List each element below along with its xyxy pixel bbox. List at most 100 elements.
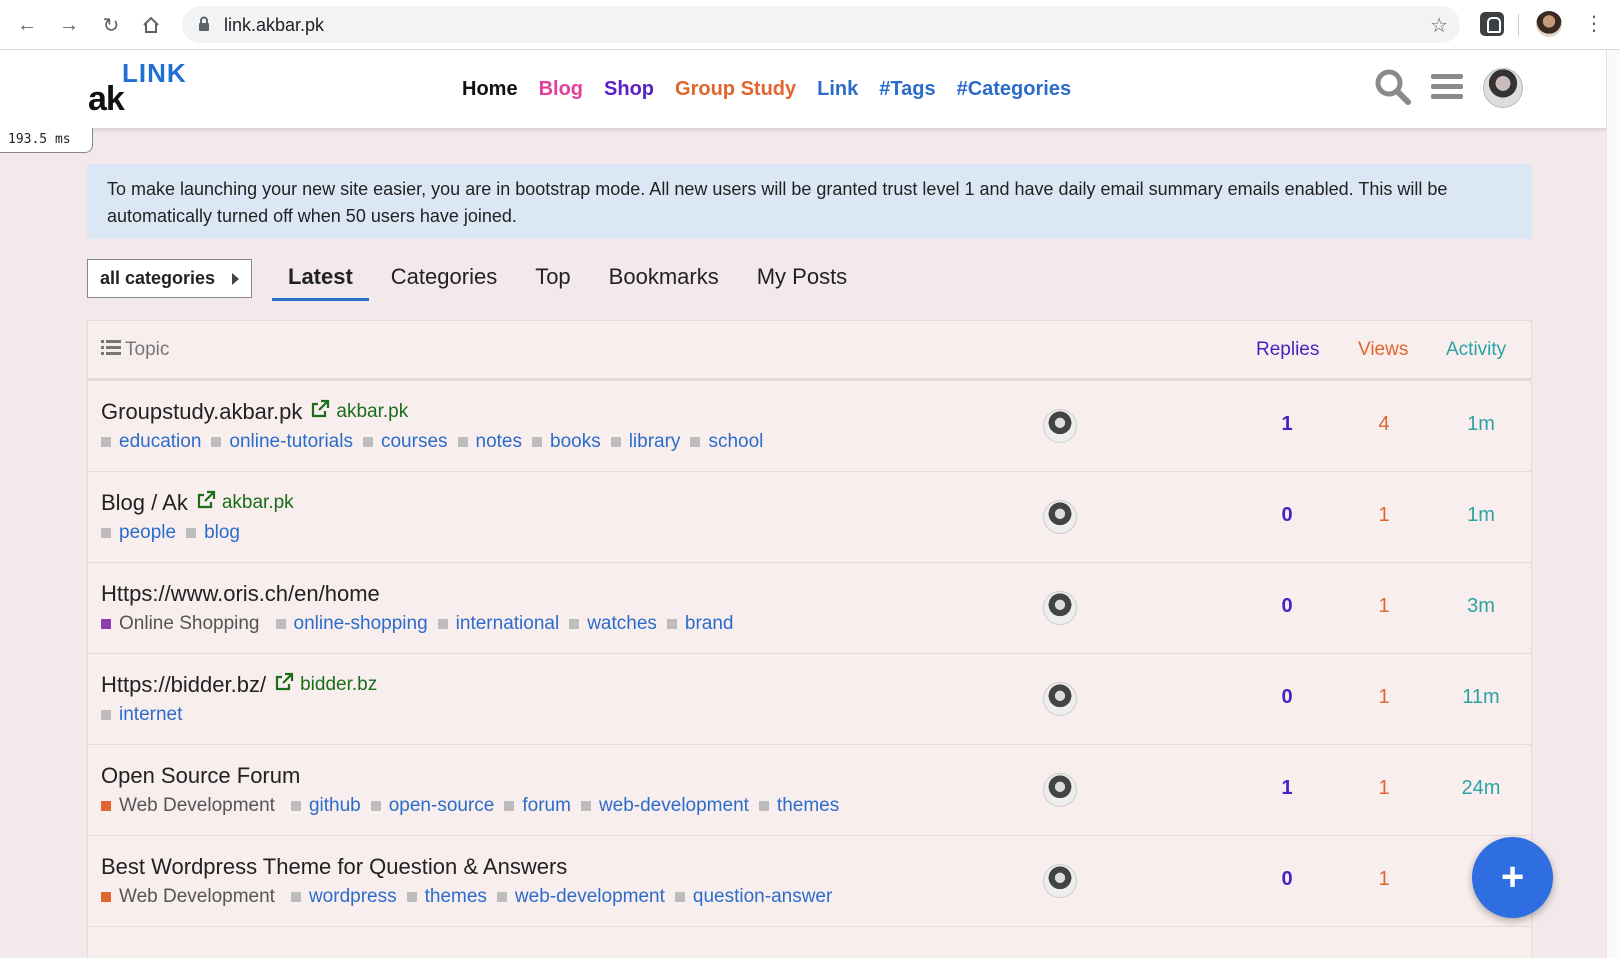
poster-avatar[interactable] (1043, 773, 1077, 807)
external-link-domain[interactable]: akbar.pk (222, 492, 294, 514)
back-arrow-icon[interactable]: ← (14, 12, 40, 38)
list-icon (101, 339, 121, 361)
external-link[interactable]: bidder.bz (274, 672, 377, 698)
table-row[interactable]: Open Source Forum Web Development github op… (88, 745, 1531, 836)
views-column-header[interactable]: Views (1358, 339, 1408, 361)
activity-time[interactable]: 11m (1451, 686, 1511, 709)
external-link-domain[interactable]: bidder.bz (300, 674, 377, 696)
tag-link[interactable]: wordpress (290, 886, 397, 908)
replies-count[interactable]: 1 (1257, 413, 1317, 436)
tag-link[interactable]: internet (101, 704, 182, 726)
poster-avatar[interactable] (1043, 409, 1077, 443)
topic-title[interactable]: Best Wordpress Theme for Question & Answ… (101, 854, 567, 880)
external-link[interactable]: akbar.pk (310, 399, 408, 425)
activity-time[interactable]: 1m (1451, 413, 1511, 436)
tab-categories[interactable]: Categories (375, 262, 513, 301)
poster-avatar[interactable] (1043, 500, 1077, 534)
tag-link[interactable]: courses (362, 431, 448, 453)
tag-link[interactable]: blog (186, 522, 240, 544)
tag-link[interactable]: web-development (580, 795, 749, 817)
tab-my-posts[interactable]: My Posts (741, 262, 863, 301)
activity-time[interactable]: 1m (1451, 504, 1511, 527)
topic-title[interactable]: Https://www.oris.ch/en/home (101, 581, 380, 607)
scrollbar[interactable] (1606, 50, 1620, 958)
replies-count[interactable]: 0 (1257, 686, 1317, 709)
tag-label: wordpress (308, 886, 397, 907)
topic-title[interactable]: Open Source Forum (101, 763, 300, 789)
tag-link[interactable]: books (532, 431, 601, 453)
table-row[interactable]: Best Wordpress Theme for Question & Answ… (88, 836, 1531, 927)
nav-item-tags[interactable]: #Tags (879, 78, 935, 101)
topic-title[interactable]: Https://bidder.bz/ (101, 672, 266, 698)
browser-profile-avatar[interactable] (1536, 11, 1562, 37)
tag-link[interactable]: forum (504, 795, 571, 817)
tag-link[interactable]: online-shopping (275, 613, 428, 635)
tag-link[interactable]: people (101, 522, 176, 544)
external-link-domain[interactable]: akbar.pk (336, 401, 408, 423)
nav-item-blog[interactable]: Blog (539, 78, 583, 101)
reload-icon[interactable]: ↻ (98, 12, 124, 38)
bookmark-star-icon[interactable]: ☆ (1430, 13, 1448, 38)
category-dropdown[interactable]: all categories (87, 259, 252, 298)
tag-link[interactable]: international (437, 613, 559, 635)
nav-item-link[interactable]: Link (817, 78, 858, 101)
tab-latest[interactable]: Latest (272, 262, 369, 301)
create-topic-button[interactable]: + (1472, 837, 1553, 918)
logo-link-text: LINK (122, 58, 187, 88)
topic-title[interactable]: Blog / Ak (101, 490, 188, 516)
forward-arrow-icon[interactable]: → (56, 12, 82, 38)
category-badge[interactable]: Online Shopping (101, 613, 260, 635)
tag-link[interactable]: library (610, 431, 680, 453)
table-row[interactable]: Groupstudy.akbar.pk akbar.pk education onli… (88, 381, 1531, 472)
replies-column-header[interactable]: Replies (1256, 339, 1319, 361)
tab-bookmarks[interactable]: Bookmarks (593, 262, 735, 301)
table-row[interactable]: Blog / Ak akbar.pk people blog 0 1 1m (88, 472, 1531, 563)
topic-column-header[interactable]: Topic (101, 339, 169, 361)
search-icon[interactable] (1374, 68, 1412, 111)
nav-item-categories[interactable]: #Categories (957, 78, 1072, 101)
profiler-timer[interactable]: 193.5 ms (0, 128, 93, 153)
tag-link[interactable]: web-development (496, 886, 665, 908)
tag-link[interactable]: school (690, 431, 763, 453)
nav-item-group-study[interactable]: Group Study (675, 78, 796, 101)
table-row[interactable]: Https://bidder.bz/bidder.bz internet 0 1 11m (88, 654, 1531, 745)
extension-icon[interactable] (1480, 12, 1504, 36)
replies-count[interactable]: 0 (1257, 595, 1317, 618)
tag-link[interactable]: themes (406, 886, 487, 908)
tag-label: courses (380, 431, 448, 452)
tag-link[interactable]: themes (758, 795, 839, 817)
tag-link[interactable]: brand (666, 613, 734, 635)
poster-avatar[interactable] (1043, 864, 1077, 898)
tag-link[interactable]: notes (457, 431, 522, 453)
replies-count[interactable]: 1 (1257, 777, 1317, 800)
nav-item-home[interactable]: Home (462, 78, 518, 101)
poster-avatar[interactable] (1043, 682, 1077, 716)
tag-link[interactable]: github (290, 795, 361, 817)
tag-link[interactable]: online-tutorials (211, 431, 353, 453)
tab-top[interactable]: Top (519, 262, 586, 301)
home-icon[interactable] (138, 12, 164, 38)
topic-title-line: Groupstudy.akbar.pk akbar.pk (101, 399, 408, 425)
category-badge[interactable]: Web Development (101, 795, 275, 817)
hamburger-menu-icon[interactable] (1430, 72, 1464, 107)
category-badge[interactable]: Web Development (101, 886, 275, 908)
site-logo[interactable]: LINK ak (88, 58, 208, 118)
address-bar[interactable]: link.akbar.pk ☆ (182, 6, 1460, 43)
browser-menu-icon[interactable]: ⋮ (1584, 12, 1604, 36)
poster-avatar[interactable] (1043, 591, 1077, 625)
url-text[interactable]: link.akbar.pk (224, 15, 324, 36)
tag-link[interactable]: education (101, 431, 201, 453)
activity-column-header[interactable]: Activity (1446, 339, 1506, 361)
tag-link[interactable]: question-answer (674, 886, 832, 908)
external-link[interactable]: akbar.pk (196, 490, 294, 516)
replies-count[interactable]: 0 (1257, 504, 1317, 527)
nav-item-shop[interactable]: Shop (604, 78, 654, 101)
activity-time[interactable]: 24m (1451, 777, 1511, 800)
activity-time[interactable]: 3m (1451, 595, 1511, 618)
table-row[interactable]: Https://www.oris.ch/en/home Online Shoppi… (88, 563, 1531, 654)
tag-link[interactable]: open-source (370, 795, 494, 817)
tag-link[interactable]: watches (569, 613, 657, 635)
user-avatar[interactable] (1483, 68, 1523, 108)
topic-title[interactable]: Groupstudy.akbar.pk (101, 399, 302, 425)
replies-count[interactable]: 0 (1257, 868, 1317, 891)
